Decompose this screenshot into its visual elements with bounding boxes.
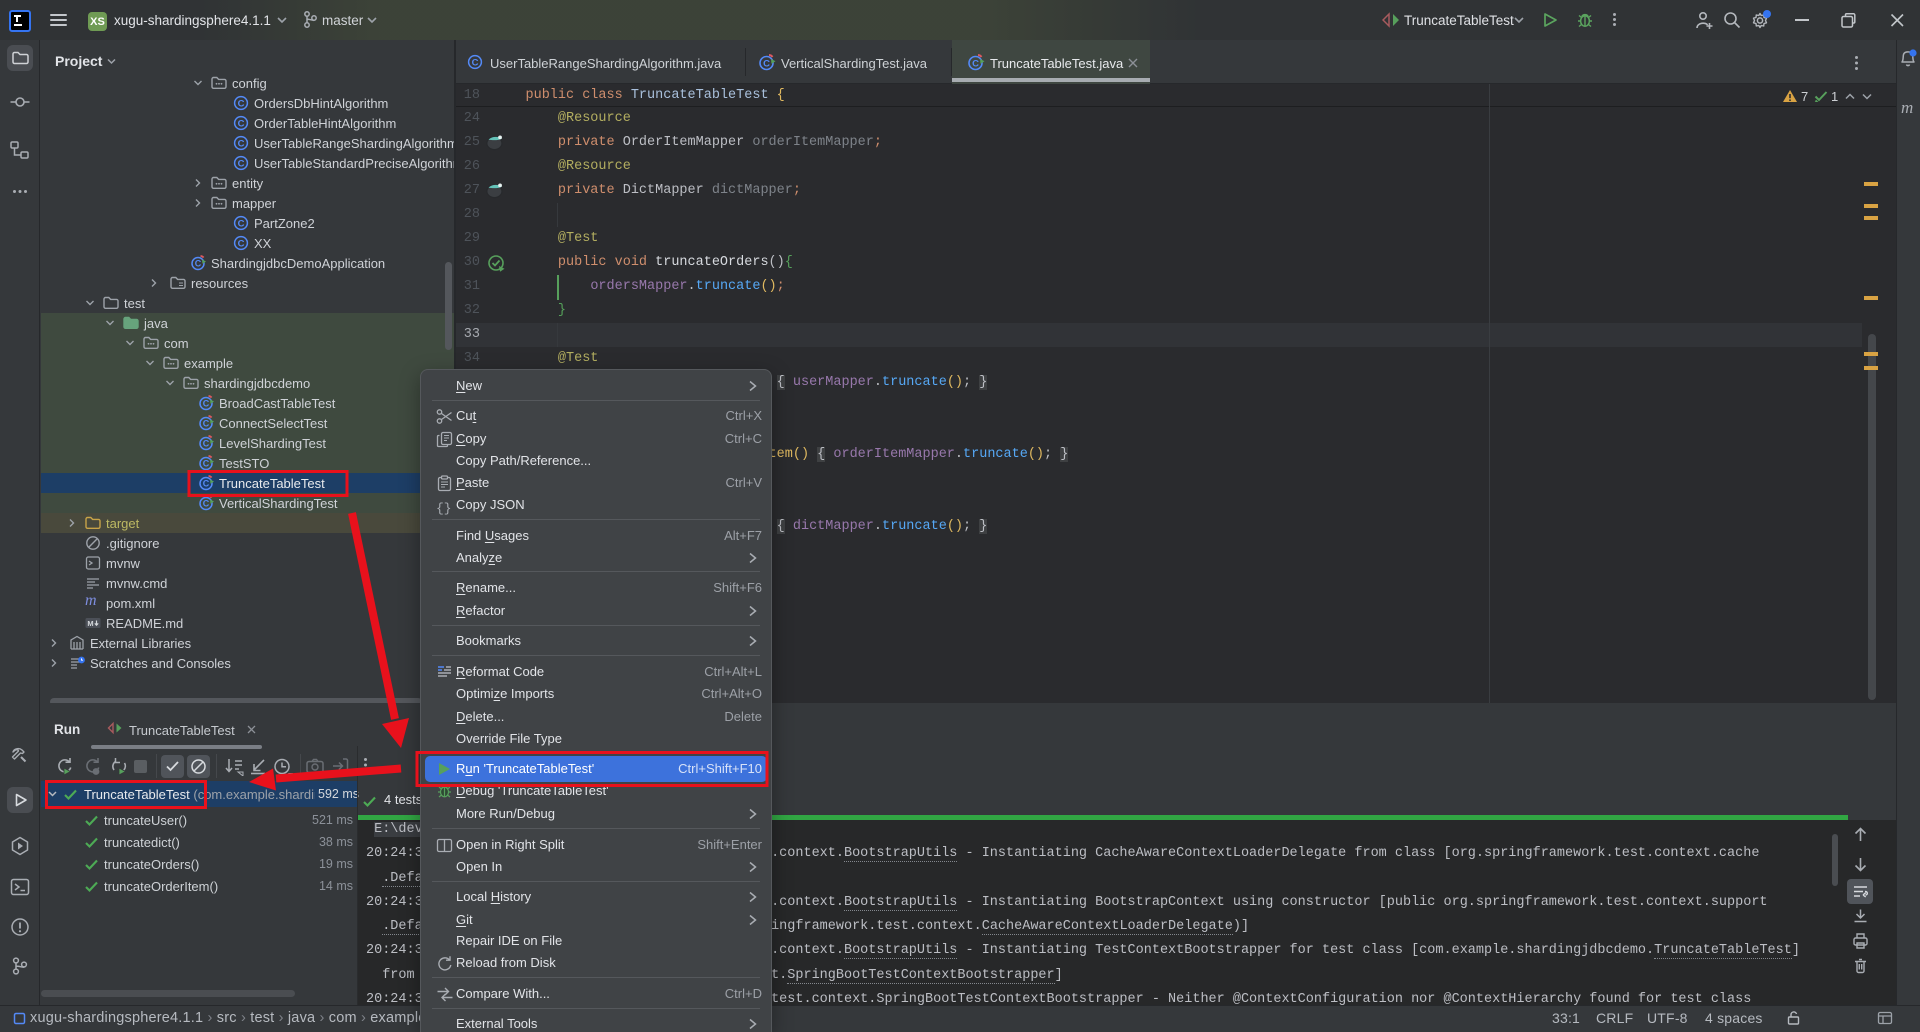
svg-text:C: C (203, 419, 210, 429)
svg-text:C: C (238, 218, 245, 229)
svg-text:C: C (472, 57, 479, 68)
svg-text:C: C (238, 138, 245, 149)
svg-text:C: C (203, 459, 210, 469)
svg-text:C: C (203, 479, 210, 489)
svg-text:C: C (238, 98, 245, 109)
svg-text:C: C (238, 118, 245, 129)
svg-text:C: C (763, 59, 770, 70)
svg-text:C: C (203, 439, 210, 449)
svg-text:C: C (195, 259, 202, 269)
svg-text:C: C (238, 158, 245, 169)
svg-text:C: C (238, 238, 245, 249)
svg-text:C: C (203, 399, 210, 409)
svg-text:M: M (87, 619, 93, 628)
svg-text:C: C (203, 499, 210, 509)
svg-text:C: C (972, 59, 979, 70)
